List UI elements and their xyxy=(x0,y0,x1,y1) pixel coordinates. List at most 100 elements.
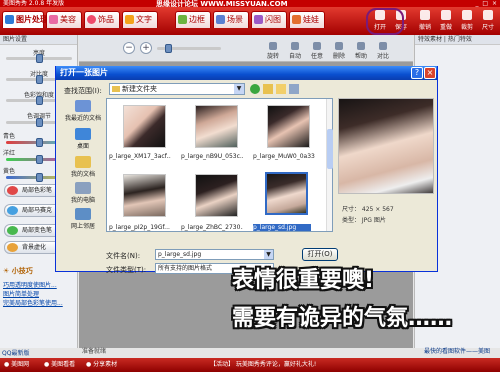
slider-knob[interactable] xyxy=(36,118,43,127)
filename-value: p_large_sd.jpg xyxy=(158,251,202,258)
slider-knob[interactable] xyxy=(36,138,43,147)
tab-beauty[interactable]: 美容 xyxy=(46,11,82,28)
my-documents-icon xyxy=(75,156,91,168)
button-label: 局部马赛克 xyxy=(22,207,53,214)
file-thumbnail[interactable] xyxy=(195,105,238,148)
place-desktop[interactable]: 桌面 xyxy=(62,128,104,150)
brightness-slider[interactable] xyxy=(6,54,72,63)
chevron-down-icon[interactable]: ▼ xyxy=(234,84,244,94)
slider-knob[interactable] xyxy=(36,54,43,63)
slider-knob[interactable] xyxy=(36,173,43,182)
button-label: 自动 xyxy=(288,53,301,60)
view-menu-icon[interactable] xyxy=(289,84,299,94)
caption-line-2: 需要有诡异的气氛…… xyxy=(232,306,453,331)
undo-button[interactable]: 撤销 xyxy=(414,9,436,33)
status-link-viewer[interactable]: ● 美图看看 xyxy=(44,358,75,372)
zoom-in-button[interactable]: + xyxy=(140,42,152,54)
tip-link[interactable]: 完美局部色彩笔使用... xyxy=(3,298,63,307)
zoom-slider[interactable] xyxy=(157,44,221,53)
window-controls[interactable]: _ □ × xyxy=(475,0,498,7)
filename-input[interactable]: p_large_sd.jpg ▼ xyxy=(155,249,274,260)
file-thumbnail[interactable] xyxy=(123,105,166,148)
dialog-title: 打开一张图片 xyxy=(60,68,108,77)
face-icon xyxy=(49,15,58,24)
file-thumbnail-selected[interactable] xyxy=(265,172,308,215)
preview-type: 类型： JPG 图片 xyxy=(342,217,386,224)
scene-icon xyxy=(216,15,225,24)
place-my-computer[interactable]: 我的电脑 xyxy=(62,182,104,204)
slider-label: 黄色 xyxy=(3,168,16,175)
place-label: 桌面 xyxy=(76,143,89,150)
button-label: 对比 xyxy=(376,53,389,60)
image-preview xyxy=(338,98,434,194)
place-my-documents[interactable]: 我的文档 xyxy=(62,156,104,178)
button-label: 局部色彩笔 xyxy=(22,187,53,194)
auto-icon xyxy=(291,42,299,50)
tab-label: 闪图 xyxy=(265,15,281,24)
look-in-dropdown[interactable]: 新建文件夹 ▼ xyxy=(109,83,245,95)
button-label: 背景虚化 xyxy=(22,244,47,251)
slider-knob[interactable] xyxy=(36,75,43,84)
file-name[interactable]: p_large_XM17_3acf... xyxy=(109,153,171,160)
file-thumbnail[interactable] xyxy=(195,174,238,217)
file-name[interactable]: p_large_ZhBC_2730... xyxy=(181,224,243,231)
tab-scene[interactable]: 场景 xyxy=(213,11,249,28)
file-thumbnail[interactable] xyxy=(123,174,166,217)
palette-icon xyxy=(7,226,18,235)
file-name-selected[interactable]: p_large_sd.jpg xyxy=(253,224,311,231)
up-folder-icon[interactable] xyxy=(263,84,273,94)
file-name[interactable]: p_large_nB9U_053c... xyxy=(181,153,243,160)
rotate-button[interactable]: 旋转 xyxy=(263,42,283,60)
zoom-out-button[interactable]: − xyxy=(123,42,135,54)
place-label: 我的电脑 xyxy=(70,197,95,204)
undo-label: 撤销 xyxy=(418,24,431,31)
file-list-scrollbar[interactable] xyxy=(326,99,333,231)
tab-frame[interactable]: 边框 xyxy=(175,11,211,28)
file-name[interactable]: p_large_pI2p_19Gf... xyxy=(109,224,171,231)
rotate-icon xyxy=(269,42,277,50)
compare-button[interactable]: 对比 xyxy=(373,42,393,60)
desktop-icon xyxy=(75,128,91,140)
button-label: 删除 xyxy=(332,53,345,60)
button-label: 局部变色笔 xyxy=(22,227,53,234)
free-button[interactable]: 任意 xyxy=(307,42,327,60)
heart-icon xyxy=(87,15,96,24)
promo-text[interactable]: 【活动】 玩美图秀秀评论，赢好礼大礼! xyxy=(210,358,316,372)
delete-button[interactable]: 删除 xyxy=(329,42,349,60)
tab-doll[interactable]: 娃娃 xyxy=(289,11,325,28)
slider-knob[interactable] xyxy=(36,155,43,164)
scrollbar-thumb[interactable] xyxy=(327,129,333,169)
tip-link[interactable]: 巧用透明度使图片... xyxy=(3,280,57,289)
zoom-slider-knob[interactable] xyxy=(165,44,172,53)
right-panel-header[interactable]: 特效素材 | 热门特效 xyxy=(415,35,500,45)
help-icon xyxy=(357,42,365,50)
tab-text[interactable]: 文字 xyxy=(122,11,158,28)
file-list: p_large_XM17_3acf... p_large_nB9U_053c..… xyxy=(106,98,333,232)
slider-knob[interactable] xyxy=(36,96,43,105)
open-file-button[interactable]: 打开(O) xyxy=(302,248,338,261)
crop-button[interactable]: 裁剪 xyxy=(456,9,478,33)
auto-button[interactable]: 自动 xyxy=(285,42,305,60)
tab-accessories[interactable]: 饰品 xyxy=(84,11,120,28)
redo-button[interactable]: 重做 xyxy=(435,9,457,33)
right-footer-link[interactable]: 最快的看图软件——美图 xyxy=(414,346,500,355)
place-network[interactable]: 网上邻居 xyxy=(62,208,104,230)
help-button[interactable]: 帮助 xyxy=(351,42,371,60)
place-recent[interactable]: 我最近的文档 xyxy=(62,100,104,122)
close-icon[interactable]: × xyxy=(424,67,436,79)
help-icon[interactable]: ? xyxy=(411,67,423,79)
back-icon[interactable] xyxy=(250,84,260,94)
status-link-meitu[interactable]: ● 美图网 xyxy=(4,358,29,372)
chevron-down-icon[interactable]: ▼ xyxy=(264,250,273,259)
new-folder-icon[interactable] xyxy=(276,84,286,94)
tab-image-processing[interactable]: 图片处理 xyxy=(2,11,48,28)
status-link-share[interactable]: ● 分享素材 xyxy=(86,358,117,372)
left-footer-link[interactable]: QQ最新版 xyxy=(2,348,29,357)
filename-label: 文件名(N): xyxy=(106,252,141,260)
file-thumbnail[interactable] xyxy=(267,105,310,148)
file-name[interactable]: p_large_MuW0_0a33... xyxy=(253,153,315,160)
tip-link[interactable]: 图片简单处理 xyxy=(3,289,39,298)
tab-flash[interactable]: 闪图 xyxy=(251,11,287,28)
resize-button[interactable]: 尺寸 xyxy=(477,9,499,33)
free-icon xyxy=(313,42,321,50)
